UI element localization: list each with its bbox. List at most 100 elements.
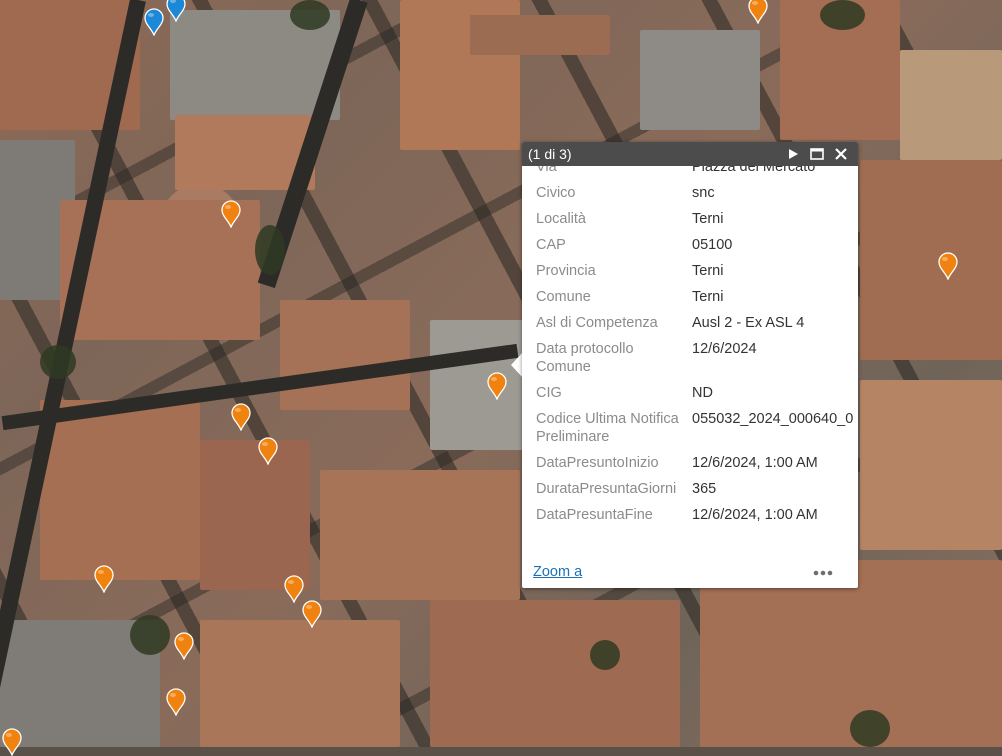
popup-footer: Zoom a <box>522 558 858 588</box>
close-button[interactable] <box>830 142 852 166</box>
map-building <box>200 620 400 747</box>
attribute-label: Località <box>536 211 586 227</box>
attribute-value: Ausl 2 - Ex ASL 4 <box>692 315 805 331</box>
zoom-to-link[interactable]: Zoom a <box>533 564 582 580</box>
popup-title: (1 di 3) <box>528 146 572 162</box>
attribute-label: Codice Ultima Notifica Preliminare <box>536 411 679 445</box>
attribute-label: DataPresuntoInizio <box>536 455 659 471</box>
attribute-value: 05100 <box>692 237 733 253</box>
map-building <box>320 470 520 600</box>
map-marker[interactable] <box>258 437 278 465</box>
attribute-value: Terni <box>692 289 724 305</box>
attribute-label: Comune <box>536 289 591 305</box>
attribute-label: CIG <box>536 385 562 401</box>
map-building <box>470 15 610 55</box>
attribute-label: Via <box>536 166 557 175</box>
feature-popup[interactable]: (1 di 3) Via Piazza del Mercato Civico snc L… <box>522 142 858 588</box>
attribute-row: Comune Terni <box>522 284 858 310</box>
map-pin-icon <box>284 575 304 603</box>
attribute-row: Codice Ultima Notifica Preliminare 055032… <box>522 406 858 450</box>
map-building <box>700 560 1002 747</box>
attribute-row: Località Terni <box>522 206 858 232</box>
map-tree <box>40 345 76 379</box>
map-pin-icon <box>938 252 958 280</box>
more-icon <box>813 570 833 576</box>
play-icon <box>789 149 798 159</box>
attribute-value: snc <box>692 185 715 201</box>
attribute-label: Provincia <box>536 263 596 279</box>
attribute-label: Asl di Competenza <box>536 315 658 331</box>
map-building <box>640 30 760 130</box>
attribute-value: 055032_2024_000640_0 <box>692 411 854 427</box>
map-pin-icon <box>2 728 22 756</box>
map-marker[interactable] <box>231 403 251 431</box>
map-tree <box>130 615 170 655</box>
popup-header: (1 di 3) <box>522 142 858 166</box>
map-tree <box>820 0 865 30</box>
map-marker[interactable] <box>221 200 241 228</box>
map-pin-icon <box>231 403 251 431</box>
map-marker[interactable] <box>144 8 164 36</box>
map-building <box>860 380 1002 550</box>
map-building <box>430 320 530 450</box>
map-tree <box>850 710 890 747</box>
map-marker[interactable] <box>748 0 768 24</box>
map-marker[interactable] <box>174 632 194 660</box>
map-pin-icon <box>258 437 278 465</box>
map-pin-icon <box>94 565 114 593</box>
map-marker[interactable] <box>302 600 322 628</box>
map-marker[interactable] <box>166 688 186 716</box>
map-pin-icon <box>748 0 768 24</box>
attribute-value: 365 <box>692 481 717 497</box>
attribute-row: DataPresuntoInizio 12/6/2024, 1:00 AM <box>522 450 858 476</box>
attribute-row: Asl di Competenza Ausl 2 - Ex ASL 4 <box>522 310 858 336</box>
map-marker[interactable] <box>938 252 958 280</box>
map-marker[interactable] <box>487 372 507 400</box>
map-pin-icon <box>221 200 241 228</box>
map-marker[interactable] <box>2 728 22 756</box>
map-building <box>860 160 1002 360</box>
attribute-label: DataPresuntaFine <box>536 507 653 523</box>
map-tree <box>255 225 285 275</box>
attribute-value: Terni <box>692 263 724 279</box>
map-building <box>900 50 1002 160</box>
attribute-label: Data protocollo Comune <box>536 341 634 375</box>
map-pin-icon <box>302 600 322 628</box>
attribute-value: Terni <box>692 211 724 227</box>
map-pin-icon <box>166 688 186 716</box>
attribute-value: ND <box>692 385 713 401</box>
attribute-row: Data protocollo Comune 12/6/2024 <box>522 336 858 380</box>
more-options-button[interactable] <box>812 566 834 580</box>
map-pin-icon <box>487 372 507 400</box>
attribute-label: CAP <box>536 237 566 253</box>
attribute-row: Provincia Terni <box>522 258 858 284</box>
maximize-icon <box>810 148 824 160</box>
next-feature-button[interactable] <box>782 142 804 166</box>
map-pin-icon <box>174 632 194 660</box>
map-marker[interactable] <box>166 0 186 22</box>
map-building <box>200 440 310 590</box>
map-tree <box>590 640 620 670</box>
attribute-row: CAP 05100 <box>522 232 858 258</box>
map-marker[interactable] <box>94 565 114 593</box>
attribute-table: Via Piazza del Mercato Civico snc Località Te… <box>522 166 858 528</box>
map-marker[interactable] <box>284 575 304 603</box>
attribute-row: Via Piazza del Mercato <box>522 166 858 180</box>
map-building <box>40 400 200 580</box>
map-building <box>430 600 680 747</box>
map-pin-icon <box>144 8 164 36</box>
attribute-label: DurataPresuntaGiorni <box>536 481 677 497</box>
attribute-value: 12/6/2024, 1:00 AM <box>692 455 818 471</box>
attribute-value: 12/6/2024, 1:00 AM <box>692 507 818 523</box>
maximize-button[interactable] <box>806 142 828 166</box>
attribute-row: CIG ND <box>522 380 858 406</box>
map-building <box>280 300 410 410</box>
attribute-label: Civico <box>536 185 576 201</box>
popup-attributes[interactable]: Via Piazza del Mercato Civico snc Località Te… <box>522 166 858 536</box>
attribute-row: DurataPresuntaGiorni 365 <box>522 476 858 502</box>
attribute-row: DataPresuntaFine 12/6/2024, 1:00 AM <box>522 502 858 528</box>
close-icon <box>835 148 847 160</box>
attribute-value: Piazza del Mercato <box>692 166 816 175</box>
map-tree <box>290 0 330 30</box>
map-pin-icon <box>166 0 186 22</box>
